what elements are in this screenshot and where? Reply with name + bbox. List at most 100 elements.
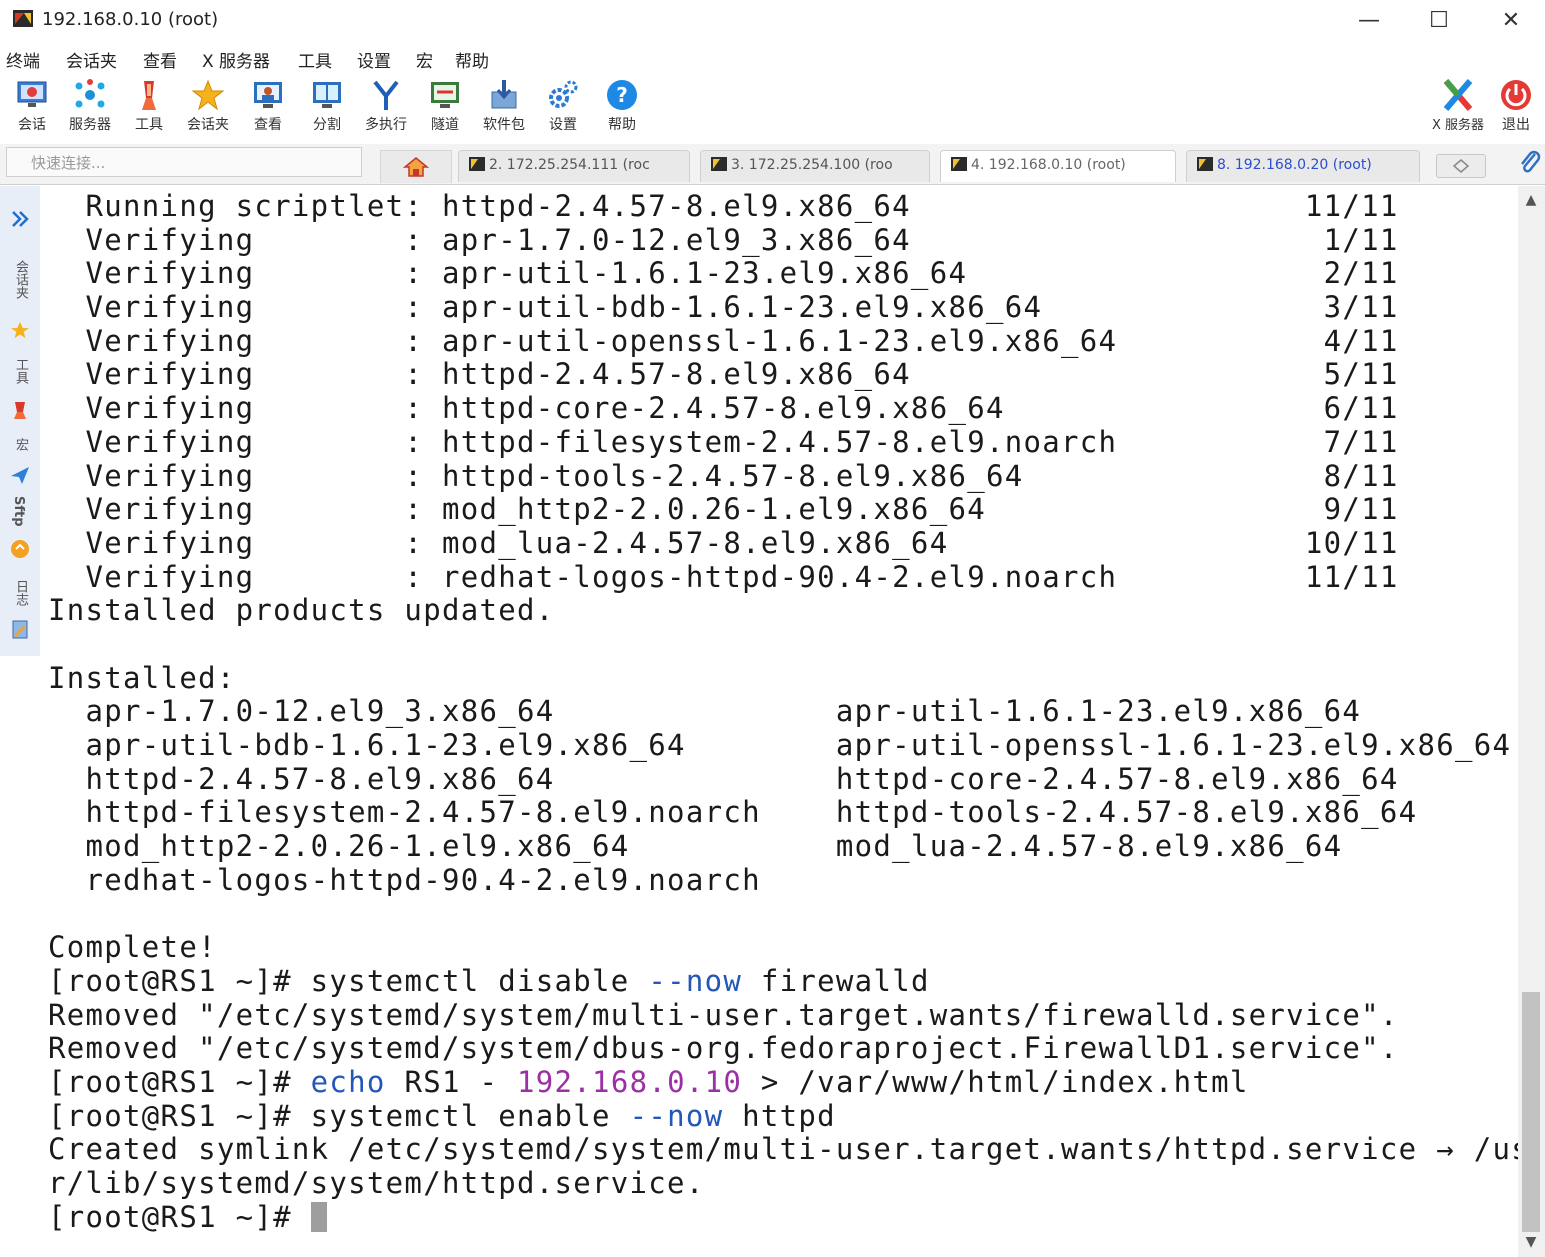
- menu-macros[interactable]: 宏: [416, 47, 433, 72]
- window-title: 192.168.0.10 (root): [42, 9, 219, 30]
- expand-sidebar-icon[interactable]: [9, 208, 31, 230]
- packages-icon: [491, 80, 517, 109]
- shell-prompt: [root@RS1 ~]#: [48, 1199, 311, 1234]
- multiexec-icon: [373, 80, 399, 110]
- minimize-button[interactable]: —: [1346, 4, 1392, 36]
- toolbar-help-button[interactable]: ? 帮助: [594, 74, 650, 140]
- toolbar-tools-button[interactable]: 工具: [121, 74, 177, 140]
- terminal-output[interactable]: Running scriptlet: httpd-2.4.57-8.el9.x8…: [40, 186, 1529, 1257]
- close-button[interactable]: ✕: [1488, 4, 1534, 36]
- command-token: systemctl disable: [310, 963, 649, 998]
- toolbar-packages-button[interactable]: 软件包: [476, 74, 532, 140]
- toolbar-exit-button[interactable]: 退出: [1488, 74, 1544, 140]
- command-token: --now: [629, 1098, 724, 1133]
- scroll-up-arrow-icon[interactable]: ▲: [1523, 192, 1539, 208]
- tab-session-2[interactable]: 2. 172.25.254.111 (roc: [458, 150, 690, 182]
- shell-prompt: [root@RS1 ~]#: [48, 1064, 311, 1099]
- star-icon: [191, 79, 225, 111]
- sidebar-sftp-label[interactable]: Sftp: [11, 496, 26, 527]
- terminal-line: Verifying : httpd-core-2.4.57-8.el9.x86_…: [48, 391, 1399, 426]
- star-icon: [10, 321, 30, 339]
- terminal-line: httpd-2.4.57-8.el9.x86_64 httpd-core-2.4…: [48, 761, 1399, 796]
- terminal-line: httpd-filesystem-2.4.57-8.el9.noarch htt…: [48, 795, 1418, 830]
- sidebar-log-label[interactable]: 日志: [11, 580, 30, 606]
- menu-view[interactable]: 查看: [143, 47, 177, 72]
- log-note-icon: [12, 620, 28, 639]
- menu-terminal[interactable]: 终端: [6, 47, 40, 72]
- tools-icon: [14, 402, 26, 419]
- sidebar-tools-label[interactable]: 工具: [11, 358, 30, 384]
- terminal-line: Removed "/etc/systemd/system/multi-user.…: [48, 997, 1399, 1032]
- tab-session-8[interactable]: 8. 192.168.0.20 (root): [1186, 150, 1420, 182]
- terminal-line: apr-util-bdb-1.6.1-23.el9.x86_64 apr-uti…: [48, 728, 1512, 762]
- scroll-down-arrow-icon[interactable]: ▼: [1523, 1234, 1539, 1250]
- split-icon: [313, 82, 341, 108]
- terminal-scrollbar[interactable]: ▲ ▼: [1518, 186, 1545, 1257]
- toolbar-session-button[interactable]: 会话: [4, 74, 60, 140]
- new-tab-button[interactable]: [1436, 154, 1486, 178]
- home-tab[interactable]: [380, 150, 452, 183]
- terminal-line: Complete!: [48, 930, 217, 965]
- terminal-tab-icon: [469, 157, 485, 171]
- toolbar-xserver-button[interactable]: X 服务器: [1428, 74, 1488, 140]
- menu-xserver[interactable]: X 服务器: [202, 47, 270, 72]
- toolbar-tunnel-button[interactable]: 隧道: [417, 74, 473, 140]
- tunnel-icon: [431, 82, 459, 108]
- terminal-tab-icon: [951, 157, 967, 171]
- toolbar-servers-button[interactable]: 服务器: [62, 74, 118, 140]
- terminal-line: Verifying : httpd-filesystem-2.4.57-8.el…: [48, 424, 1399, 459]
- settings-icon: [549, 80, 578, 108]
- command-line: [root@RS1 ~]# systemctl disable --now fi…: [48, 963, 1530, 999]
- terminal-tab-icon: [1197, 157, 1213, 171]
- tab-bar: 快速连接... 2. 172.25.254.111 (roc 3. 172.25…: [0, 144, 1545, 185]
- maximize-button[interactable]: ☐: [1416, 4, 1462, 36]
- terminal-line: mod_http2-2.0.26-1.el9.x86_64 mod_lua-2.…: [48, 829, 1343, 864]
- menu-settings[interactable]: 设置: [357, 47, 391, 72]
- toolbar-view-button[interactable]: 查看: [240, 74, 296, 140]
- menu-bar: 终端 会话夹 查看 X 服务器 工具 设置 宏 帮助: [0, 42, 1545, 72]
- tab-session-3[interactable]: 3. 172.25.254.100 (roo: [700, 150, 930, 182]
- command-line: [root@RS1 ~]# systemctl enable --now htt…: [48, 1098, 1530, 1134]
- new-tab-icon: [1453, 159, 1469, 173]
- terminal-line: Verifying : mod_lua-2.4.57-8.el9.x86_64 …: [48, 525, 1399, 560]
- terminal-line: Verifying : redhat-logos-httpd-90.4-2.el…: [48, 559, 1399, 594]
- menu-tools[interactable]: 工具: [298, 47, 332, 72]
- mobaxterm-app-icon: [13, 10, 33, 27]
- help-icon: ?: [607, 80, 637, 110]
- terminal-tab-icon: [711, 157, 727, 171]
- terminal-line: Verifying : apr-util-bdb-1.6.1-23.el9.x8…: [48, 290, 1399, 325]
- sftp-icon: [11, 540, 29, 558]
- terminal-cursor: [310, 1201, 327, 1232]
- command-token: httpd: [723, 1098, 836, 1133]
- quick-connect-input[interactable]: 快速连接...: [6, 147, 362, 177]
- toolbar-multiexec-button[interactable]: 多执行: [358, 74, 414, 140]
- terminal-line: Verifying : httpd-tools-2.4.57-8.el9.x86…: [48, 458, 1399, 493]
- command-token: 192.168.0.10: [517, 1064, 743, 1099]
- terminal-text: Running scriptlet: httpd-2.4.57-8.el9.x8…: [48, 189, 1530, 1234]
- sidebar-sessions-label[interactable]: 会话夹: [11, 260, 30, 299]
- menu-sessions[interactable]: 会话夹: [66, 47, 117, 72]
- title-bar: 192.168.0.10 (root) — ☐ ✕: [0, 0, 1545, 40]
- scrollbar-thumb[interactable]: [1522, 992, 1540, 1232]
- sidebar-macros-label[interactable]: 宏: [11, 438, 30, 451]
- terminal-line: Running scriptlet: httpd-2.4.57-8.el9.x8…: [48, 189, 1399, 223]
- terminal-line: Verifying : apr-util-openssl-1.6.1-23.el…: [48, 323, 1399, 358]
- side-panel: 会话夹 工具 宏 Sftp 日志: [0, 186, 41, 656]
- toolbar-split-button[interactable]: 分割: [299, 74, 355, 140]
- view-icon: [254, 82, 282, 108]
- toolbar: 会话 服务器 工具 会话夹 查看 分割 多执行 隧道 软件包 设置 ? 帮助 X…: [0, 74, 1545, 142]
- terminal-line: Verifying : apr-util-1.6.1-23.el9.x86_64…: [48, 256, 1399, 291]
- menu-help[interactable]: 帮助: [455, 47, 489, 72]
- home-icon: [403, 157, 429, 177]
- command-token: firewalld: [742, 963, 930, 998]
- terminal-line: apr-1.7.0-12.el9_3.x86_64 apr-util-1.6.1…: [48, 694, 1362, 729]
- toolbar-settings-button[interactable]: 设置: [535, 74, 591, 140]
- toolbar-sessions-folder-button[interactable]: 会话夹: [180, 74, 236, 140]
- attachment-icon[interactable]: [1518, 150, 1542, 176]
- terminal-line: r/lib/systemd/system/httpd.service.: [48, 1165, 705, 1200]
- tab-session-4[interactable]: 4. 192.168.0.10 (root): [940, 150, 1176, 182]
- command-token: --now: [648, 963, 743, 998]
- x-server-icon: [1443, 79, 1473, 111]
